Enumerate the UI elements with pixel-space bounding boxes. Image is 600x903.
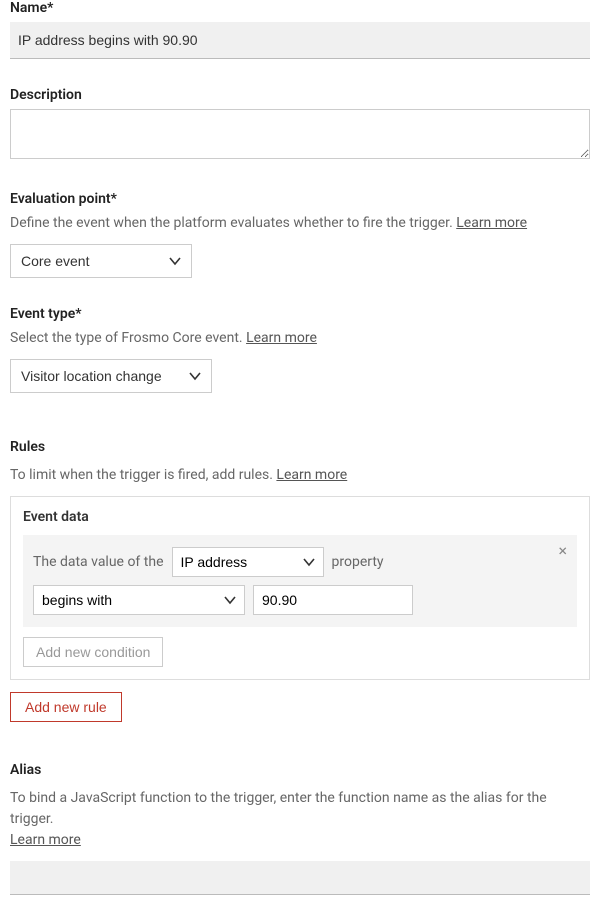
- alias-help: To bind a JavaScript function to the tri…: [10, 790, 547, 827]
- evaluation-point-learn-more-link[interactable]: Learn more: [456, 215, 527, 231]
- operator-select[interactable]: begins with: [34, 586, 244, 614]
- rules-help: To limit when the trigger is fired, add …: [10, 467, 276, 483]
- rule-prefix-text: The data value of the: [33, 554, 164, 570]
- property-select[interactable]: IP address: [173, 548, 323, 576]
- rules-box: Event data × The data value of the IP ad…: [10, 496, 590, 680]
- name-label: Name*: [10, 0, 590, 16]
- event-type-select-wrap[interactable]: Visitor location change: [10, 359, 212, 393]
- event-type-label: Event type*: [10, 306, 590, 322]
- add-condition-button[interactable]: Add new condition: [23, 637, 163, 667]
- rule-value-input[interactable]: [253, 585, 413, 615]
- alias-title: Alias: [10, 762, 590, 778]
- rules-learn-more-link[interactable]: Learn more: [276, 467, 347, 483]
- operator-select-wrap[interactable]: begins with: [33, 585, 245, 615]
- rule-row: × The data value of the IP address prope…: [23, 535, 577, 627]
- event-type-help: Select the type of Frosmo Core event.: [10, 330, 246, 346]
- evaluation-point-label: Evaluation point*: [10, 191, 590, 207]
- description-label: Description: [10, 87, 590, 103]
- alias-learn-more-link[interactable]: Learn more: [10, 832, 81, 848]
- name-input[interactable]: [10, 22, 590, 59]
- property-select-wrap[interactable]: IP address: [172, 547, 324, 577]
- rules-box-title: Event data: [23, 509, 577, 525]
- event-type-learn-more-link[interactable]: Learn more: [246, 330, 317, 346]
- alias-input[interactable]: [10, 861, 590, 895]
- description-textarea[interactable]: [10, 109, 590, 159]
- rule-suffix-text: property: [332, 554, 384, 570]
- event-type-select[interactable]: Visitor location change: [11, 360, 211, 392]
- evaluation-point-select[interactable]: Core event: [11, 245, 191, 277]
- close-icon[interactable]: ×: [558, 543, 567, 559]
- evaluation-point-select-wrap[interactable]: Core event: [10, 244, 192, 278]
- rules-title: Rules: [10, 439, 590, 455]
- add-rule-button[interactable]: Add new rule: [10, 692, 122, 722]
- evaluation-point-help: Define the event when the platform evalu…: [10, 215, 456, 231]
